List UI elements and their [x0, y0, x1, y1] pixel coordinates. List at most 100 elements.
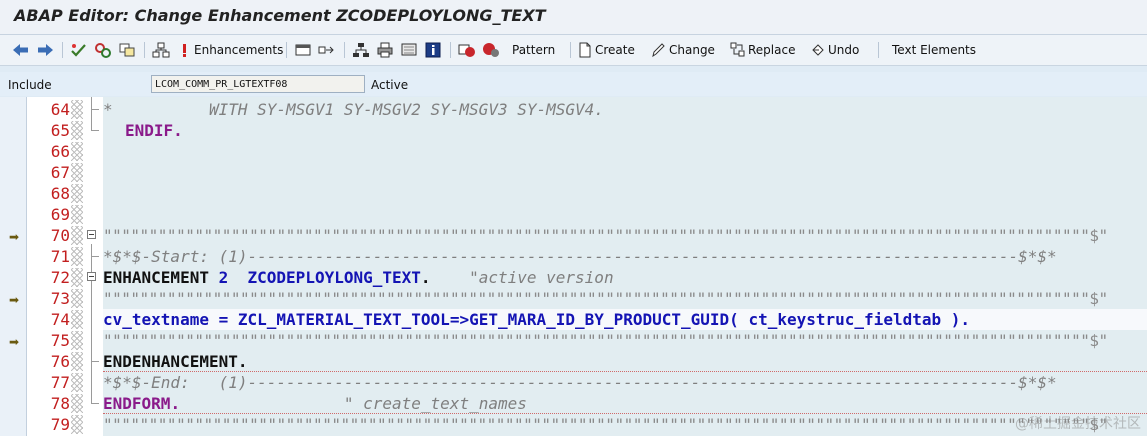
print-button[interactable] [376, 40, 394, 60]
code-text: ENDFORM. " create_text_names [103, 394, 527, 413]
application-toolbar: Enhancements Pattern Create Change Repla… [0, 35, 1147, 66]
include-status: Active [371, 78, 409, 92]
object-list-button[interactable] [118, 40, 136, 60]
line-number: 70 [50, 226, 70, 245]
code-text: """"""""""""""""""""""""""""""""""""""""… [103, 289, 1108, 308]
execution-arrow-icon: ➡ [9, 293, 20, 307]
line-number: 67 [50, 163, 70, 182]
hierarchy-button[interactable] [152, 40, 170, 60]
printer-icon [377, 42, 393, 58]
code-line[interactable]: 77 *$*$-End: (1)------------------------… [0, 372, 1147, 393]
line-number: 79 [50, 415, 70, 434]
code-line[interactable]: ➡ 73 """""""""""""""""""""""""""""""""""… [0, 288, 1147, 309]
line-number: 68 [50, 184, 70, 203]
check-syntax-icon [71, 44, 86, 57]
breakpoint-icon [458, 44, 475, 57]
execution-arrow-icon: ➡ [9, 335, 20, 349]
pencil-icon [652, 43, 665, 58]
code-text: ENDIF. [125, 121, 183, 140]
fold-toggle-icon[interactable] [87, 230, 96, 239]
code-line[interactable]: 69 [0, 204, 1147, 225]
screen-button[interactable] [400, 40, 418, 60]
object-list-icon [119, 43, 135, 57]
create-button[interactable]: Create [578, 40, 635, 60]
undo-button[interactable]: Undo [810, 40, 859, 60]
line-number: 76 [50, 352, 70, 371]
code-text: ENDENHANCEMENT. [103, 352, 248, 371]
text-elements-label: Text Elements [892, 43, 977, 57]
line-number: 72 [50, 268, 70, 287]
include-bar: Include LCOM_COMM_PR_LGTEXTF08 Active [0, 72, 1147, 96]
screen-icon [401, 43, 417, 56]
code-text: cv_textname = ZCL_MATERIAL_TEXT_TOOL=>GE… [103, 309, 1147, 330]
code-line[interactable]: 71 *$*$-Start: (1)----------------------… [0, 246, 1147, 267]
code-line[interactable]: 72 ENHANCEMENT 2 ZCODEPLOYLONG_TEXT. "ac… [0, 267, 1147, 288]
code-line[interactable]: 79 """""""""""""""""""""""""""""""""""""… [0, 414, 1147, 435]
code-text: *$*$-End: (1)---------------------------… [103, 373, 1057, 392]
line-number: 69 [50, 205, 70, 224]
check-syntax-button[interactable] [70, 40, 88, 60]
create-label: Create [595, 43, 635, 57]
new-document-icon [579, 42, 591, 58]
include-name-field: LCOM_COMM_PR_LGTEXTF08 [151, 75, 365, 93]
undo-icon [812, 44, 824, 56]
undo-label: Undo [828, 43, 860, 57]
line-number: 65 [50, 121, 70, 140]
code-text: *$*$-Start: (1)-------------------------… [103, 247, 1057, 266]
window-icon [295, 44, 311, 56]
code-line-current[interactable]: 74 cv_textname = ZCL_MATERIAL_TEXT_TOOL=… [0, 309, 1147, 330]
code-text: """"""""""""""""""""""""""""""""""""""""… [103, 415, 1108, 434]
code-line[interactable]: ➡ 75 """""""""""""""""""""""""""""""""""… [0, 330, 1147, 351]
where-used-button[interactable] [352, 40, 370, 60]
code-text: """"""""""""""""""""""""""""""""""""""""… [103, 226, 1108, 245]
replace-label: Replace [748, 43, 796, 57]
breakpoint-button[interactable] [458, 40, 476, 60]
replace-icon [730, 42, 745, 57]
code-line[interactable]: 68 [0, 183, 1147, 204]
text-elements-button[interactable]: Text Elements [892, 40, 976, 60]
info-icon [425, 42, 441, 58]
activate-button[interactable] [94, 40, 112, 60]
code-line[interactable]: ➡ 70 """""""""""""""""""""""""""""""""""… [0, 225, 1147, 246]
line-number: 75 [50, 331, 70, 350]
line-number: 78 [50, 394, 70, 413]
pattern-button[interactable]: Pattern [512, 40, 555, 60]
watermark: @稀土掘金技术社区 [1015, 416, 1141, 432]
code-editor[interactable]: 64 * WITH SY-MSGV1 SY-MSGV2 SY-MSGV3 SY-… [0, 97, 1147, 436]
code-line[interactable]: 66 [0, 141, 1147, 162]
navigation-icon [318, 46, 334, 54]
change-label: Change [669, 43, 715, 57]
code-text: """"""""""""""""""""""""""""""""""""""""… [103, 331, 1108, 350]
session-breakpoint-button[interactable] [482, 40, 500, 60]
pattern-label: Pattern [512, 43, 556, 57]
display-object-button[interactable] [294, 40, 312, 60]
session-breakpoint-icon [483, 43, 499, 57]
fold-toggle-icon[interactable] [87, 272, 96, 281]
line-number: 73 [50, 289, 70, 308]
code-text: * WITH SY-MSGV1 SY-MSGV2 SY-MSGV3 SY-MSG… [103, 100, 604, 119]
info-button[interactable] [424, 40, 442, 60]
enhancements-label: Enhancements [194, 43, 284, 57]
window-title: ABAP Editor: Change Enhancement ZCODEPLO… [14, 6, 546, 25]
line-number: 64 [50, 100, 70, 119]
code-text: ENHANCEMENT 2 ZCODEPLOYLONG_TEXT. "activ… [103, 268, 614, 287]
title-bar: ABAP Editor: Change Enhancement ZCODEPLO… [0, 0, 1147, 35]
code-line[interactable]: 76 ENDENHANCEMENT. [0, 351, 1147, 372]
code-line[interactable]: 78 ENDFORM. " create_text_names [0, 393, 1147, 414]
line-number: 71 [50, 247, 70, 266]
hierarchy-icon [152, 42, 170, 58]
activate-icon [95, 43, 111, 58]
line-number: 77 [50, 373, 70, 392]
replace-button[interactable]: Replace [730, 40, 795, 60]
tree-icon [353, 43, 369, 57]
navigate-button[interactable] [318, 40, 336, 60]
code-line[interactable]: 65 ENDIF. [0, 120, 1147, 141]
code-line[interactable]: 64 * WITH SY-MSGV1 SY-MSGV2 SY-MSGV3 SY-… [0, 99, 1147, 120]
enhancements-button[interactable]: Enhancements [180, 40, 283, 60]
arrow-right-icon [38, 44, 53, 56]
code-line[interactable]: 67 [0, 162, 1147, 183]
forward-button[interactable] [36, 40, 54, 60]
back-button[interactable] [12, 40, 30, 60]
change-button[interactable]: Change [651, 40, 715, 60]
include-label: Include [8, 78, 52, 92]
